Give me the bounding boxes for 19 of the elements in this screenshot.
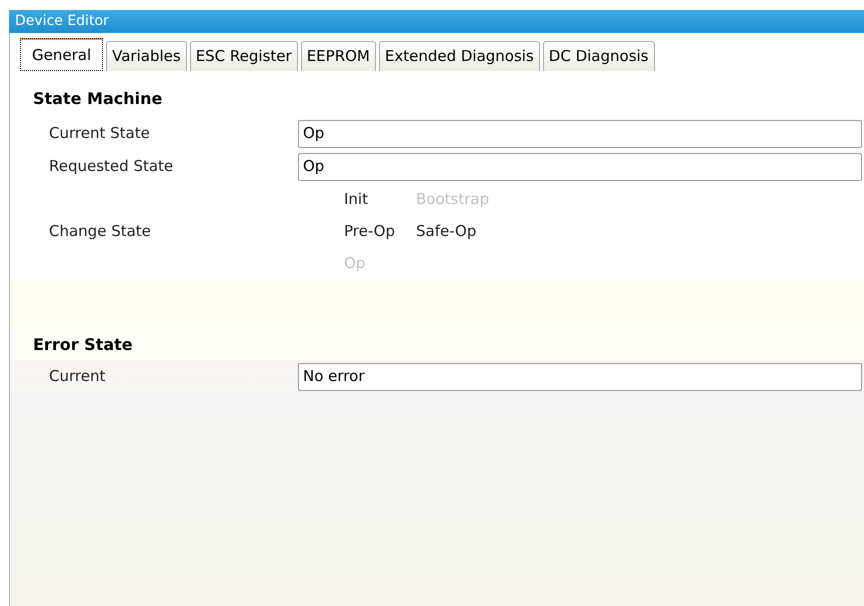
- value-field[interactable]: Op: [298, 120, 862, 148]
- field-label: Current State: [48, 123, 151, 144]
- section-heading: State Machine: [32, 88, 164, 110]
- state-button[interactable]: Pre-Op: [344, 220, 396, 243]
- value-field[interactable]: Op: [298, 152, 862, 180]
- value-field[interactable]: No error: [298, 362, 862, 390]
- tab[interactable]: General: [20, 38, 104, 71]
- field-label: Current: [48, 366, 106, 388]
- tab[interactable]: Extended Diagnosis: [378, 41, 540, 71]
- window-title: Device Editor: [9, 10, 864, 33]
- tab[interactable]: Variables: [106, 41, 187, 71]
- tab[interactable]: EEPROM: [300, 41, 376, 71]
- field-label: Change State: [48, 221, 152, 242]
- tab[interactable]: ESC Register: [190, 41, 298, 71]
- state-button[interactable]: Safe-Op: [416, 220, 476, 243]
- field-label: Requested State: [48, 156, 174, 178]
- state-button[interactable]: Init: [344, 188, 368, 211]
- tab[interactable]: DC Diagnosis: [542, 41, 655, 71]
- section-heading: Error State: [10, 330, 864, 360]
